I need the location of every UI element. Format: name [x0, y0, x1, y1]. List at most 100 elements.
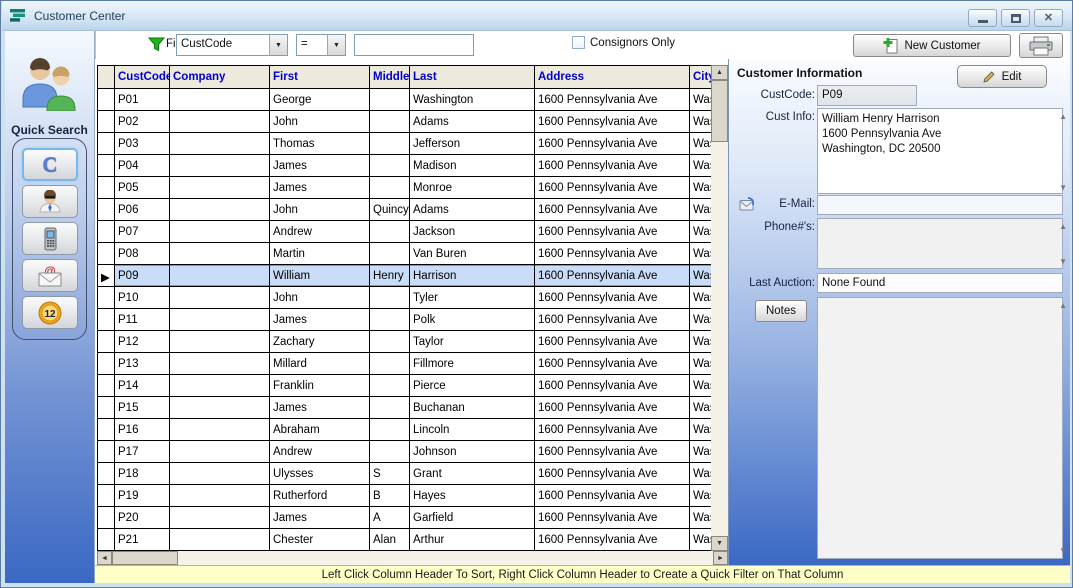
print-button[interactable] — [1019, 33, 1063, 58]
grid-header-middle[interactable]: Middle — [370, 66, 410, 88]
search-by-auction-button[interactable]: 12 — [22, 296, 78, 329]
table-row[interactable]: P21 Chester Alan Arthur 1600 Pennsylvani… — [97, 529, 728, 551]
table-row[interactable]: P18 Ulysses S Grant 1600 Pennsylvania Av… — [97, 463, 728, 485]
filter-field-value: CustCode — [177, 35, 269, 55]
scroll-right-icon[interactable]: ► — [713, 551, 728, 565]
minimize-icon — [978, 20, 988, 23]
scroll-down-icon[interactable]: ▼ — [711, 536, 728, 551]
cell-last: Arthur — [410, 529, 535, 551]
cell-last: Taylor — [410, 331, 535, 353]
scroll-up-icon[interactable]: ▲ — [711, 65, 728, 80]
table-row[interactable]: P19 Rutherford B Hayes 1600 Pennsylvania… — [97, 485, 728, 507]
customer-information-title: Customer Information — [737, 66, 862, 80]
search-by-name-button[interactable] — [22, 185, 78, 218]
table-row[interactable]: P17 Andrew Johnson 1600 Pennsylvania Ave… — [97, 441, 728, 463]
cell-last: Madison — [410, 155, 535, 177]
table-row[interactable]: P02 John Adams 1600 Pennsylvania Ave Was… — [97, 111, 728, 133]
grid-header-company[interactable]: Company — [170, 66, 270, 88]
chevron-down-icon[interactable]: ▼ — [269, 35, 287, 55]
cell-middle — [370, 111, 410, 133]
table-row[interactable]: P01 George Washington 1600 Pennsylvania … — [97, 89, 728, 111]
cell-address: 1600 Pennsylvania Ave — [535, 419, 690, 441]
table-row[interactable]: P07 Andrew Jackson 1600 Pennsylvania Ave… — [97, 221, 728, 243]
consignors-only-checkbox-group[interactable]: Consignors Only — [572, 36, 675, 49]
pencil-icon — [983, 70, 996, 83]
new-customer-button[interactable]: New Customer — [853, 34, 1011, 57]
table-row[interactable]: P08 Martin Van Buren 1600 Pennsylvania A… — [97, 243, 728, 265]
vscroll-thumb[interactable] — [711, 80, 728, 142]
phones-box[interactable] — [817, 218, 1063, 269]
table-row[interactable]: P04 James Madison 1600 Pennsylvania Ave … — [97, 155, 728, 177]
status-bar-text: Left Click Column Header To Sort, Right … — [322, 569, 844, 581]
cell-custcode: P10 — [115, 287, 170, 309]
cell-middle — [370, 89, 410, 111]
table-row[interactable]: ▶ P09 William Henry Harrison 1600 Pennsy… — [97, 265, 728, 287]
filter-value-input[interactable] — [354, 34, 474, 56]
search-by-phone-button[interactable] — [22, 222, 78, 255]
cell-address: 1600 Pennsylvania Ave — [535, 309, 690, 331]
cell-first: William — [270, 265, 370, 287]
cell-middle: S — [370, 463, 410, 485]
row-indicator — [98, 133, 115, 155]
close-button[interactable]: ✕ — [1034, 9, 1063, 27]
grid-horizontal-scrollbar[interactable]: ◄ ► — [97, 551, 728, 565]
auction-badge-number: 12 — [44, 309, 56, 320]
notes-button[interactable]: Notes — [755, 300, 807, 322]
cell-last: Adams — [410, 199, 535, 221]
grid-header-address[interactable]: Address — [535, 66, 690, 88]
minimize-button[interactable] — [968, 9, 997, 27]
cell-middle: Henry — [370, 265, 410, 287]
cell-custcode: P19 — [115, 485, 170, 507]
cell-custcode: P12 — [115, 331, 170, 353]
hscroll-thumb[interactable] — [112, 551, 178, 565]
scroll-up-icon[interactable]: ▲ — [1059, 301, 1067, 310]
table-row[interactable]: P05 James Monroe 1600 Pennsylvania Ave W… — [97, 177, 728, 199]
scroll-up-icon[interactable]: ▲ — [1059, 222, 1067, 231]
cell-first: James — [270, 507, 370, 529]
grid-header-first[interactable]: First — [270, 66, 370, 88]
restore-button[interactable] — [1001, 9, 1030, 27]
table-row[interactable]: P20 James A Garfield 1600 Pennsylvania A… — [97, 507, 728, 529]
grid-header-last[interactable]: Last — [410, 66, 535, 88]
scroll-left-icon[interactable]: ◄ — [97, 551, 112, 565]
table-row[interactable]: P12 Zachary Taylor 1600 Pennsylvania Ave… — [97, 331, 728, 353]
table-row[interactable]: P03 Thomas Jefferson 1600 Pennsylvania A… — [97, 133, 728, 155]
status-bar: Left Click Column Header To Sort, Right … — [95, 565, 1070, 583]
chevron-down-icon[interactable]: ▼ — [327, 35, 345, 55]
cell-address: 1600 Pennsylvania Ave — [535, 89, 690, 111]
cell-company — [170, 441, 270, 463]
grid-vertical-scrollbar[interactable]: ▲ ▼ — [711, 65, 728, 551]
search-by-email-button[interactable]: @ — [22, 259, 78, 292]
close-icon: ✕ — [1044, 13, 1053, 24]
table-row[interactable]: P14 Franklin Pierce 1600 Pennsylvania Av… — [97, 375, 728, 397]
table-row[interactable]: P15 James Buchanan 1600 Pennsylvania Ave… — [97, 397, 728, 419]
table-row[interactable]: P11 James Polk 1600 Pennsylvania Ave Was… — [97, 309, 728, 331]
notes-box[interactable] — [817, 297, 1063, 559]
cell-custcode: P20 — [115, 507, 170, 529]
scroll-up-icon[interactable]: ▲ — [1059, 112, 1067, 121]
email-field[interactable] — [817, 195, 1063, 215]
table-row[interactable]: P13 Millard Fillmore 1600 Pennsylvania A… — [97, 353, 728, 375]
search-by-custcode-button[interactable]: C — [22, 148, 78, 181]
grid-header-custcode[interactable]: CustCode — [115, 66, 170, 88]
cell-company — [170, 309, 270, 331]
filter-operator-select[interactable]: = ▼ — [296, 34, 346, 56]
table-row[interactable]: P10 John Tyler 1600 Pennsylvania Ave Was… — [97, 287, 728, 309]
mobile-phone-icon — [42, 227, 59, 251]
cell-first: James — [270, 309, 370, 331]
cell-custcode: P07 — [115, 221, 170, 243]
cell-company — [170, 463, 270, 485]
scroll-down-icon[interactable]: ▼ — [1059, 546, 1067, 555]
row-indicator: ▶ — [98, 265, 115, 287]
table-row[interactable]: P06 John Quincy Adams 1600 Pennsylvania … — [97, 199, 728, 221]
edit-button-label: Edit — [1002, 71, 1022, 83]
cell-first: John — [270, 111, 370, 133]
scroll-down-icon[interactable]: ▼ — [1059, 257, 1067, 266]
edit-button[interactable]: Edit — [957, 65, 1047, 88]
custinfo-box[interactable]: William Henry Harrison 1600 Pennsylvania… — [817, 108, 1063, 194]
consignors-only-checkbox[interactable] — [572, 36, 585, 49]
scroll-down-icon[interactable]: ▼ — [1059, 183, 1067, 192]
grid-header-indicator — [98, 66, 115, 88]
filter-field-select[interactable]: CustCode ▼ — [176, 34, 288, 56]
table-row[interactable]: P16 Abraham Lincoln 1600 Pennsylvania Av… — [97, 419, 728, 441]
